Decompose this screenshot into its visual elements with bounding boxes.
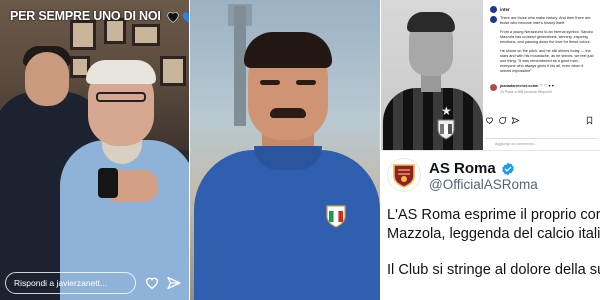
heart-emoji-row [166,10,189,23]
story-reply-input[interactable]: Rispondi a javierzanett... [5,272,136,294]
account-handle[interactable]: inter [500,7,510,12]
player-hair [244,32,332,68]
story-caption-text: PER SEMPRE UNO DI NOI [10,9,161,23]
wall-photo-frame [132,24,160,46]
eyebrow [260,80,280,85]
player-hair [407,12,455,32]
wall-photo-frame [160,56,186,86]
share-icon[interactable] [511,116,520,125]
glasses [96,92,146,102]
heart-icon[interactable] [144,275,160,291]
striped-jersey [383,88,483,150]
commenter-handle[interactable]: juanadarrecher.ochm [500,84,538,88]
add-comment-input[interactable]: Aggiungi un commento... [485,138,597,148]
italy-jersey-photo [190,0,380,300]
post-actions [485,116,520,125]
bookmark-icon[interactable] [585,116,594,125]
section-divider [381,150,600,151]
tweet-author-name[interactable]: AS Roma [429,160,496,177]
jersey-crest-icon [437,119,455,140]
commenter-avatar[interactable] [490,84,497,91]
as-roma-crest-icon [393,164,415,188]
send-icon[interactable] [166,275,182,291]
blue-heart-icon [182,11,189,22]
tweet-line: L'AS Roma esprime il proprio cord [387,207,600,223]
blue-jersey [194,150,380,300]
like-icon[interactable] [485,116,494,125]
account-avatar[interactable] [490,5,497,13]
comment-text: ♡ ♡ ♥ ♥ [539,84,554,88]
moustache [270,108,306,118]
comment: juanadarrecher.ochm ♡ ♡ ♥ ♥ 2h Piace a 3… [490,84,594,94]
comment-meta[interactable]: 2h Piace a 366 persone Rispondi [500,90,554,94]
tweet-avatar[interactable] [387,158,421,192]
caption-paragraph: There are those who make history. And th… [500,16,591,25]
tweet-line: Il Club si stringe al dolore della su [387,262,600,278]
comment-content: juanadarrecher.ochm ♡ ♡ ♥ ♥ 2h Piace a 3… [500,84,554,94]
star-icon: ★ [441,104,452,118]
caption-text: There are those who make history. And th… [500,16,594,78]
italy-crest-icon [326,205,346,228]
mobile-phone [98,168,118,198]
eyebrow [296,80,316,85]
post-details: inter There are those who make history. … [484,0,600,150]
comment-icon[interactable] [498,116,507,125]
caption-paragraph: From a young Nerazzurro to an eternal sy… [500,30,593,44]
caption-paragraph: He shone on the pitch, and he still shin… [500,49,594,73]
post-caption: There are those who make history. And th… [490,16,594,78]
tweet-line: Mazzola, leggenda del calcio itali [387,226,600,242]
inter-post-photo: ★ [381,0,483,150]
verified-badge-icon [501,162,514,175]
story-caption: PER SEMPRE UNO DI NOI [6,6,189,26]
floodlight-tower [234,6,246,126]
tweet-handle[interactable]: @OfficialASRoma [429,177,538,192]
person-left-head [25,52,69,106]
social-posts-panel: ★ inter There are those who make history… [381,0,600,300]
account-avatar[interactable] [490,16,497,23]
tweet-author: AS Roma [429,160,515,177]
post-header: inter [490,4,594,14]
black-heart-icon [167,11,179,23]
instagram-story-panel: PER SEMPRE UNO DI NOI Rispondi a javierz… [0,0,189,300]
person-right-hair [86,60,156,84]
tweet-text: L'AS Roma esprime il proprio cord Mazzol… [387,206,600,280]
